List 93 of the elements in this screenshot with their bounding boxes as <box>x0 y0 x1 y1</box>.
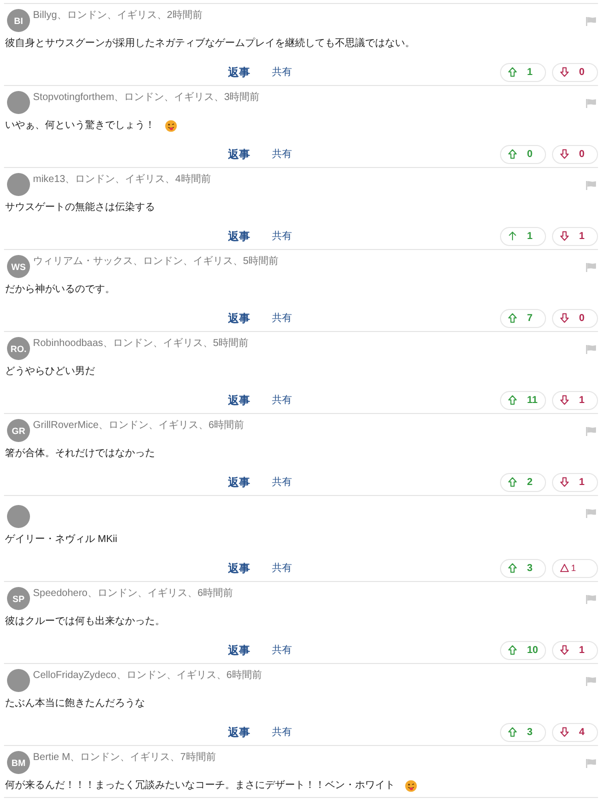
avatar <box>7 669 30 692</box>
share-link[interactable]: 共有 <box>272 229 292 243</box>
comment-text: 何が来るんだ！！！まったく冗談みたいなコーチ。まさにデザート！！ベン・ホワイト <box>5 779 395 793</box>
comment-author: Robinhoodbaas、ロンドン、イギリス、5時間前 <box>33 338 249 350</box>
flag-icon[interactable] <box>586 181 596 190</box>
comment-text: いやぁ、何という驚きでしょう！ <box>5 119 155 133</box>
up-arrow-icon <box>508 231 517 241</box>
down-arrow-icon <box>560 727 569 737</box>
downvote-button[interactable]: 0 <box>552 62 598 82</box>
avatar <box>7 505 30 528</box>
up-arrow-icon <box>508 727 517 737</box>
downvote-button[interactable]: 4 <box>552 722 598 742</box>
share-link[interactable]: 共有 <box>272 561 292 575</box>
up-arrow-icon <box>508 67 517 77</box>
reply-link[interactable]: 返事 <box>228 642 250 658</box>
share-link[interactable]: 共有 <box>272 643 292 657</box>
comment-text: ゲイリー・ネヴィル MKii <box>5 533 118 547</box>
flag-icon[interactable] <box>586 427 596 436</box>
down-arrow-icon <box>560 231 569 241</box>
down-arrow-icon <box>560 313 569 323</box>
share-link[interactable]: 共有 <box>272 475 292 489</box>
comment-text: たぶん本当に飽きたんだろうな <box>5 697 145 711</box>
avatar: SP <box>7 587 30 610</box>
downvote-button[interactable]: 1 <box>552 226 598 246</box>
share-link[interactable]: 共有 <box>272 393 292 407</box>
up-arrow-icon <box>508 149 517 159</box>
avatar <box>7 173 30 196</box>
share-link[interactable]: 共有 <box>272 65 292 79</box>
flag-icon[interactable] <box>586 677 596 686</box>
up-arrow-icon <box>508 395 517 405</box>
downvote-button[interactable]: 0 <box>552 308 598 328</box>
share-link[interactable]: 共有 <box>272 147 292 161</box>
reply-link[interactable]: 返事 <box>228 474 250 490</box>
upvote-button[interactable]: 2 <box>500 472 546 492</box>
reply-link[interactable]: 返事 <box>228 146 250 162</box>
upvote-button[interactable]: 10 <box>500 640 546 660</box>
upvote-button[interactable]: 0 <box>500 144 546 164</box>
downvote-button[interactable]: 1 <box>552 390 598 410</box>
upvote-button[interactable]: 1 <box>500 226 546 246</box>
comment-text: サウスゲートの無能さは伝染する <box>5 201 155 215</box>
avatar: WS <box>7 255 30 278</box>
comment-text: 彼自身とサウスグーンが採用したネガティブなゲームプレイを継続しても不思議ではない。 <box>5 37 415 51</box>
flag-icon[interactable] <box>586 345 596 354</box>
reply-link[interactable]: 返事 <box>228 64 250 80</box>
up-arrow-icon <box>508 645 517 655</box>
upvote-button[interactable]: 1 <box>500 62 546 82</box>
up-arrow-icon <box>508 477 517 487</box>
downvote-button[interactable]: 1 <box>552 640 598 660</box>
comment-author: ウィリアム・サックス、ロンドン、イギリス、5時間前 <box>33 256 279 268</box>
flag-icon[interactable] <box>586 509 596 518</box>
downvote-button[interactable]: 1 <box>552 472 598 492</box>
comment-author: GrillRoverMice、ロンドン、イギリス、6時間前 <box>33 420 244 432</box>
reply-link[interactable]: 返事 <box>228 560 250 576</box>
comment-text: 箸が合体。それだけではなかった <box>5 447 155 461</box>
flag-icon[interactable] <box>586 263 596 272</box>
flag-icon[interactable] <box>586 99 596 108</box>
avatar: BI <box>7 9 30 32</box>
reply-link[interactable]: 返事 <box>228 310 250 326</box>
avatar: BM <box>7 751 30 774</box>
upvote-button[interactable]: 11 <box>500 390 546 410</box>
upvote-button[interactable]: 7 <box>500 308 546 328</box>
triangle-icon <box>560 563 569 573</box>
comment-text: どうやらひどい男だ <box>5 365 95 379</box>
avatar: GR <box>7 419 30 442</box>
down-arrow-icon <box>560 645 569 655</box>
comment-author: Bertie M、ロンドン、イギリス、7時間前 <box>33 752 216 764</box>
up-arrow-icon <box>508 313 517 323</box>
flag-icon[interactable] <box>586 759 596 768</box>
comment-author: CelloFridayZydeco、ロンドン、イギリス、6時間前 <box>33 670 262 682</box>
comment-author: Speedohero、ロンドン、イギリス、6時間前 <box>33 588 234 600</box>
upvote-button[interactable]: 3 <box>500 558 546 578</box>
downvote-button[interactable]: 1 <box>552 558 598 578</box>
avatar: RO. <box>7 337 30 360</box>
down-arrow-icon <box>560 67 569 77</box>
downvote-button[interactable]: 0 <box>552 144 598 164</box>
comment-author: mike13、ロンドン、イギリス、4時間前 <box>33 174 211 186</box>
comment-author: Stopvotingforthem、ロンドン、イギリス、3時間前 <box>33 92 260 104</box>
avatar <box>7 91 30 114</box>
upvote-button[interactable]: 3 <box>500 722 546 742</box>
up-arrow-icon <box>508 563 517 573</box>
flag-icon[interactable] <box>586 595 596 604</box>
reply-link[interactable]: 返事 <box>228 228 250 244</box>
share-link[interactable]: 共有 <box>272 725 292 739</box>
down-arrow-icon <box>560 149 569 159</box>
flag-icon[interactable] <box>586 17 596 26</box>
comment-author: Billyg、ロンドン、イギリス、2時間前 <box>33 10 202 22</box>
comment-text: 彼はクルーでは何も出来なかった。 <box>5 615 165 629</box>
reply-link[interactable]: 返事 <box>228 392 250 408</box>
down-arrow-icon <box>560 395 569 405</box>
share-link[interactable]: 共有 <box>272 311 292 325</box>
reply-link[interactable]: 返事 <box>228 724 250 740</box>
comment-text: だから神がいるのです。 <box>5 283 115 297</box>
down-arrow-icon <box>560 477 569 487</box>
